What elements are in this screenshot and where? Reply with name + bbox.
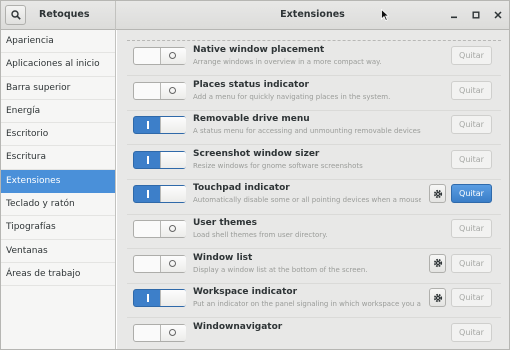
extension-description: Load shell themes from user directory. xyxy=(193,231,328,239)
extension-row: Screenshot window sizer Resize windows fo… xyxy=(127,145,501,179)
toggle-knob xyxy=(160,290,186,307)
extension-toggle[interactable] xyxy=(133,220,186,238)
extension-description: A status menu for accessing and unmounti… xyxy=(193,127,421,136)
header-bar: Retoques Extensiones xyxy=(1,1,509,30)
extension-remove-button[interactable]: Quitar xyxy=(451,288,492,308)
sidebar-item[interactable]: Extensiones xyxy=(1,169,115,194)
extension-row: Windownavigator Quitar xyxy=(127,318,501,349)
extension-settings-button[interactable] xyxy=(429,253,446,273)
extension-name: Windownavigator xyxy=(193,321,283,332)
minimize-icon xyxy=(451,16,457,19)
extension-toggle[interactable] xyxy=(133,254,186,273)
gear-icon xyxy=(433,258,442,268)
maximize-button[interactable] xyxy=(469,8,483,22)
extension-remove-button[interactable]: Quitar xyxy=(451,149,492,169)
extension-remove-button[interactable]: Quitar xyxy=(451,115,492,135)
close-button[interactable] xyxy=(491,8,505,22)
toggle-on-icon xyxy=(147,121,149,130)
extension-remove-button[interactable]: Quitar xyxy=(451,46,492,65)
sidebar-item[interactable]: Teclado y ratón xyxy=(1,193,115,217)
mouse-cursor-icon xyxy=(381,9,389,21)
page-title: Extensiones xyxy=(280,9,345,20)
extension-description: Automatically disable some or all pointi… xyxy=(193,196,421,205)
extension-description: Arrange windows in overview in a more co… xyxy=(193,58,382,66)
extension-toggle[interactable] xyxy=(133,323,186,342)
extension-row: Workspace indicator Put an indicator on t… xyxy=(127,283,501,317)
extension-name: Window list xyxy=(193,252,253,263)
extension-description: Add a menu for quickly navigating places… xyxy=(193,92,391,101)
extension-remove-button[interactable]: Quitar xyxy=(451,184,492,204)
minimize-button[interactable] xyxy=(447,8,461,22)
toggle-knob xyxy=(160,117,186,134)
extension-toggle[interactable] xyxy=(133,185,186,204)
sidebar-item[interactable]: Energía xyxy=(1,100,115,124)
search-button[interactable] xyxy=(5,5,26,25)
search-icon xyxy=(10,10,21,20)
toggle-off-icon xyxy=(169,259,176,267)
sidebar-item[interactable]: Aplicaciones al inicio xyxy=(1,53,115,77)
sidebar-item[interactable]: Tipografías xyxy=(1,216,115,240)
extension-toggle[interactable] xyxy=(133,150,186,169)
extension-row: Window list Display a window list at the … xyxy=(127,249,501,283)
toggle-on-icon xyxy=(147,294,149,303)
extension-description: Resize windows for gnome software screen… xyxy=(193,161,363,170)
sidebar-item[interactable]: Ventanas xyxy=(1,240,115,263)
extension-toggle[interactable] xyxy=(133,81,186,100)
extension-name: Touchpad indicator xyxy=(193,183,290,194)
extension-toggle[interactable] xyxy=(133,116,186,135)
app-title: Retoques xyxy=(39,9,90,20)
extension-name: Removable drive menu xyxy=(193,114,310,125)
extension-row: Places status indicator Add a menu for qu… xyxy=(127,76,501,110)
extensions-panel: Native window placement Arrange windows i… xyxy=(117,30,509,349)
sidebar-item[interactable]: Apariencia xyxy=(1,30,115,54)
maximize-icon xyxy=(472,11,480,19)
extension-row: Removable drive menu A status menu for ac… xyxy=(127,110,501,144)
extension-remove-button[interactable]: Quitar xyxy=(451,219,492,238)
extension-name: Native window placement xyxy=(193,45,325,55)
extension-toggle[interactable] xyxy=(133,289,186,308)
extension-remove-button[interactable]: Quitar xyxy=(451,80,492,100)
extension-toggle[interactable] xyxy=(133,47,186,65)
sidebar-item[interactable]: Barra superior xyxy=(1,77,115,100)
extension-name: User themes xyxy=(193,218,257,228)
toggle-knob xyxy=(160,151,186,168)
extension-remove-button[interactable]: Quitar xyxy=(451,253,492,273)
toggle-on-icon xyxy=(147,190,149,199)
sidebar-item[interactable]: Escritorio xyxy=(1,123,115,147)
toggle-off-icon xyxy=(169,86,176,94)
toggle-knob xyxy=(160,186,186,203)
gear-icon xyxy=(433,293,442,302)
extension-description: Display a window list at the bottom of t… xyxy=(193,265,368,274)
extension-name: Workspace indicator xyxy=(193,287,298,298)
extension-row: Native window placement Arrange windows i… xyxy=(127,41,501,75)
extension-name: Places status indicator xyxy=(193,79,309,90)
extension-description: Put an indicator on the panel signaling … xyxy=(193,300,421,309)
extension-name: Screenshot window sizer xyxy=(193,148,320,159)
toggle-off-icon xyxy=(169,52,176,59)
gear-icon xyxy=(433,189,442,198)
toggle-off-icon xyxy=(169,328,176,336)
toggle-off-icon xyxy=(169,225,176,232)
extension-row: User themes Load shell themes from user d… xyxy=(127,214,501,248)
extension-settings-button[interactable] xyxy=(429,288,446,308)
toggle-on-icon xyxy=(147,155,149,164)
tweaks-window: Retoques Extensiones Apariencia Aplicacio… xyxy=(0,0,510,350)
close-icon xyxy=(494,11,502,19)
extension-row: Touchpad indicator Automatically disable … xyxy=(127,179,501,213)
header-left: Retoques xyxy=(1,1,116,30)
sidebar-item[interactable]: Áreas de trabajo xyxy=(1,263,115,287)
sidebar: Apariencia Aplicaciones al inicio Barra su… xyxy=(1,30,116,349)
extension-remove-button[interactable]: Quitar xyxy=(451,322,492,342)
extension-settings-button[interactable] xyxy=(429,184,446,204)
sidebar-item[interactable]: Escritura xyxy=(1,146,115,170)
